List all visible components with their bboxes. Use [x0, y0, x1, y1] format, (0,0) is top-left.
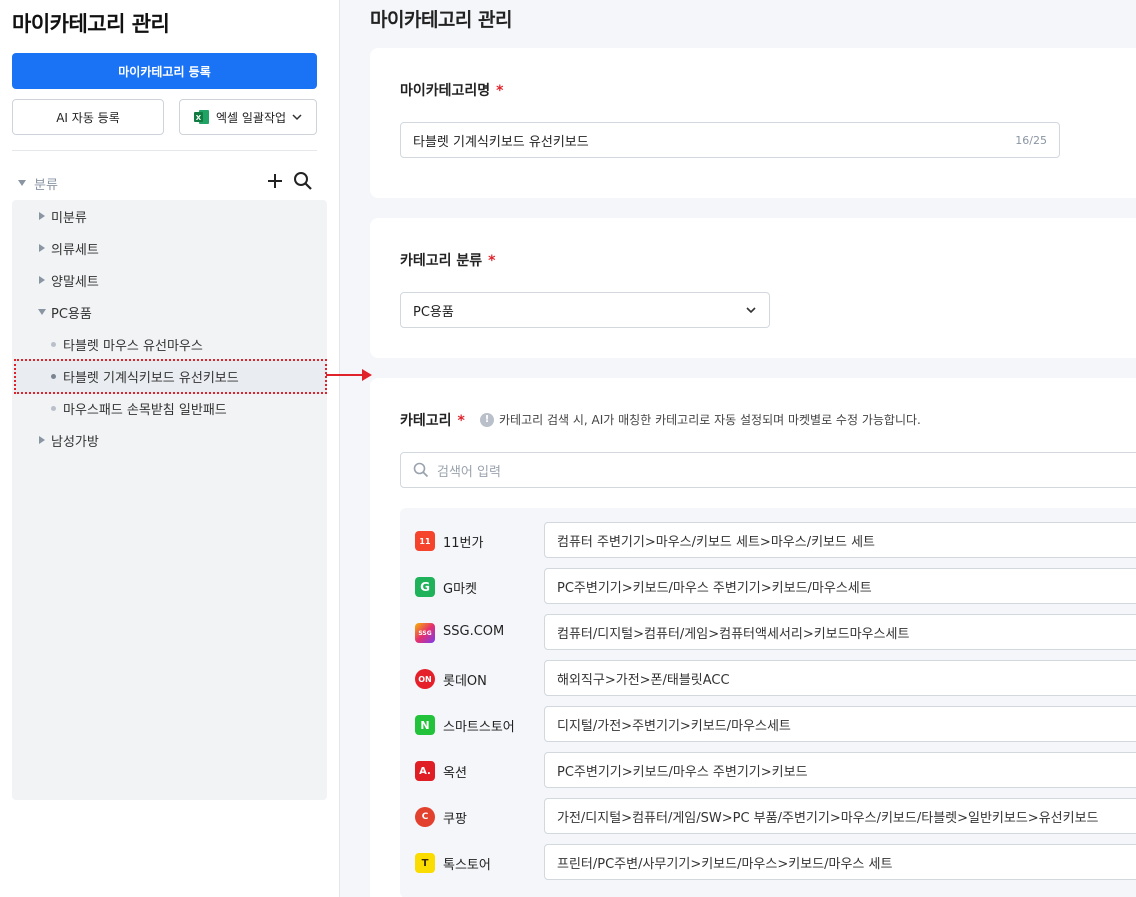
- register-category-button[interactable]: 마이카테고리 등록: [12, 53, 317, 89]
- category-name-card: 마이카테고리명 * 타블렛 기계식키보드 유선키보드 16/25: [370, 48, 1136, 198]
- market-category-field[interactable]: 가전/디지털>컴퓨터/게임/SW>PC 부품/주변기기>마우스/키보드/타블렛>…: [544, 798, 1136, 834]
- market-category-field[interactable]: PC주변기기>키보드/마우스 주변기기>키보드/마우스세트: [544, 568, 1136, 604]
- tree-item-tablet-keyboard[interactable]: 타블렛 기계식키보드 유선키보드: [12, 365, 327, 387]
- classification-card: 카테고리 분류 * PC용품: [370, 218, 1136, 358]
- market-category-field[interactable]: 컴퓨터 주변기기>마우스/키보드 세트>마우스/키보드 세트: [544, 522, 1136, 558]
- category-name-label: 마이카테고리명 *: [400, 83, 504, 99]
- market-row-coupang: C 쿠팡 가전/디지털>컴퓨터/게임/SW>PC 부품/주변기기>마우스/키보드…: [400, 798, 1136, 834]
- tree-item-label: PC용품: [51, 306, 92, 322]
- market-row-talkstore: T 톡스토어 프린터/PC주변/사무기기>키보드/마우스>키보드/마우스 세트: [400, 844, 1136, 880]
- classification-label: 카테고리 분류 *: [400, 253, 496, 269]
- market-row-gmarket: G G마켓 PC주변기기>키보드/마우스 주변기기>키보드/마우스세트: [400, 568, 1136, 604]
- gmarket-logo-icon: G: [415, 577, 435, 597]
- market-row-11st: 11 11번가 컴퓨터 주변기기>마우스/키보드 세트>마우스/키보드 세트: [400, 522, 1136, 558]
- category-label: 카테고리 *: [400, 413, 465, 429]
- market-row-auction: A. 옥션 PC주변기기>키보드/마우스 주변기기>키보드: [400, 752, 1136, 788]
- required-mark: *: [496, 83, 504, 99]
- tree-item-tablet-mouse[interactable]: 타블렛 마우스 유선마우스: [12, 333, 327, 355]
- auction-logo-icon: A.: [415, 761, 435, 781]
- talkstore-logo-icon: T: [415, 853, 435, 873]
- category-name-input[interactable]: 타블렛 기계식키보드 유선키보드 16/25: [400, 122, 1060, 158]
- tree-item-label: 타블렛 기계식키보드 유선키보드: [63, 370, 239, 386]
- classification-value: PC용품: [413, 304, 454, 320]
- caret-right-icon: [39, 212, 45, 220]
- tree-item-pc-supplies[interactable]: PC용품: [12, 301, 327, 323]
- market-category-field[interactable]: 프린터/PC주변/사무기기>키보드/마우스>키보드/마우스 세트: [544, 844, 1136, 880]
- classification-select[interactable]: PC용품: [400, 292, 770, 328]
- search-icon: [413, 462, 429, 478]
- category-info-text: 카테고리 검색 시, AI가 매칭한 카테고리로 자동 설정되며 마켓별로 수정…: [499, 413, 921, 427]
- required-mark: *: [457, 413, 465, 429]
- page-title: 마이카테고리 관리: [370, 9, 512, 31]
- bullet-icon: [51, 405, 56, 411]
- category-card: 카테고리 * ! 카테고리 검색 시, AI가 매칭한 카테고리로 자동 설정되며…: [370, 378, 1136, 897]
- market-name: 쿠팡: [443, 812, 467, 827]
- caret-right-icon: [39, 436, 45, 444]
- category-info: ! 카테고리 검색 시, AI가 매칭한 카테고리로 자동 설정되며 마켓별로 …: [480, 411, 921, 428]
- chevron-down-icon: [746, 307, 756, 314]
- tree-item-mens-bags[interactable]: 남성가방: [12, 429, 327, 451]
- chevron-down-icon: [292, 114, 302, 121]
- caret-down-icon: [38, 309, 46, 315]
- market-name: G마켓: [443, 582, 477, 597]
- market-row-lotteon: ON 롯데ON 해외직구>가전>폰/태블릿ACC: [400, 660, 1136, 696]
- market-name: 옥션: [443, 766, 467, 781]
- market-name: 롯데ON: [443, 674, 487, 689]
- market-name: 스마트스토어: [443, 720, 515, 735]
- tree-item-label: 양말세트: [51, 274, 99, 290]
- market-name: 톡스토어: [443, 858, 491, 873]
- market-list: 11 11번가 컴퓨터 주변기기>마우스/키보드 세트>마우스/키보드 세트 G…: [400, 508, 1136, 897]
- tree-item-label: 의류세트: [51, 242, 99, 258]
- tree-item-label: 남성가방: [51, 434, 99, 450]
- market-row-ssg: SSG SSG.COM 컴퓨터/디지털>컴퓨터/게임>컴퓨터액세서리>키보드마우…: [400, 614, 1136, 650]
- required-mark: *: [488, 253, 496, 269]
- tree-item-label: 마우스패드 손목받침 일반패드: [63, 402, 227, 418]
- add-icon[interactable]: [265, 171, 285, 191]
- caret-right-icon: [39, 276, 45, 284]
- sidebar-title: 마이카테고리 관리: [12, 12, 170, 36]
- tree-item-label: 타블렛 마우스 유선마우스: [63, 338, 203, 354]
- excel-batch-button[interactable]: X 엑셀 일괄작업: [179, 99, 317, 135]
- char-counter: 16/25: [1015, 133, 1047, 147]
- info-icon: !: [480, 412, 494, 427]
- market-name: SSG.COM: [443, 624, 505, 639]
- excel-icon: X: [193, 110, 209, 124]
- sidebar: 마이카테고리 관리 마이카테고리 등록 AI 자동 등록 X 엑셀 일괄작업 분…: [0, 0, 340, 897]
- market-category-field[interactable]: 컴퓨터/디지털>컴퓨터/게임>컴퓨터액세서리>키보드마우스세트: [544, 614, 1136, 650]
- smartstore-logo-icon: N: [415, 715, 435, 735]
- bullet-icon: [51, 373, 56, 379]
- caret-right-icon: [39, 244, 45, 252]
- ai-auto-register-button[interactable]: AI 자동 등록: [12, 99, 164, 135]
- divider: [12, 150, 317, 151]
- coupang-logo-icon: C: [415, 807, 435, 827]
- lotteon-logo-icon: ON: [415, 669, 435, 689]
- svg-text:X: X: [196, 114, 202, 122]
- tree-item-label: 미분류: [51, 210, 87, 226]
- tree-item-socks-set[interactable]: 양말세트: [12, 269, 327, 291]
- excel-batch-label: 엑셀 일괄작업: [215, 110, 287, 125]
- ai-auto-register-label: AI 자동 등록: [56, 110, 120, 125]
- market-category-field[interactable]: 디지털/가전>주변기기>키보드/마우스세트: [544, 706, 1136, 742]
- caret-down-icon: [18, 180, 26, 186]
- tree-item-uncategorized[interactable]: 미분류: [12, 205, 327, 227]
- market-row-smartstore: N 스마트스토어 디지털/가전>주변기기>키보드/마우스세트: [400, 706, 1136, 742]
- tree-item-mousepad[interactable]: 마우스패드 손목받침 일반패드: [12, 397, 327, 419]
- ssg-logo-icon: SSG: [415, 623, 435, 643]
- 11st-logo-icon: 11: [415, 531, 435, 551]
- market-name: 11번가: [443, 536, 484, 551]
- search-icon[interactable]: [293, 171, 313, 191]
- tree-item-clothing-set[interactable]: 의류세트: [12, 237, 327, 259]
- tree-header-label: 분류: [34, 177, 58, 193]
- bullet-icon: [51, 341, 56, 347]
- arrow-right-icon: [326, 369, 372, 381]
- market-category-field[interactable]: 해외직구>가전>폰/태블릿ACC: [544, 660, 1136, 696]
- search-placeholder: 검색어 입력: [437, 464, 501, 480]
- category-search-input[interactable]: 검색어 입력: [400, 452, 1136, 488]
- tree-header[interactable]: 분류: [18, 171, 317, 193]
- category-name-value: 타블렛 기계식키보드 유선키보드: [413, 134, 589, 150]
- market-category-field[interactable]: PC주변기기>키보드/마우스 주변기기>키보드: [544, 752, 1136, 788]
